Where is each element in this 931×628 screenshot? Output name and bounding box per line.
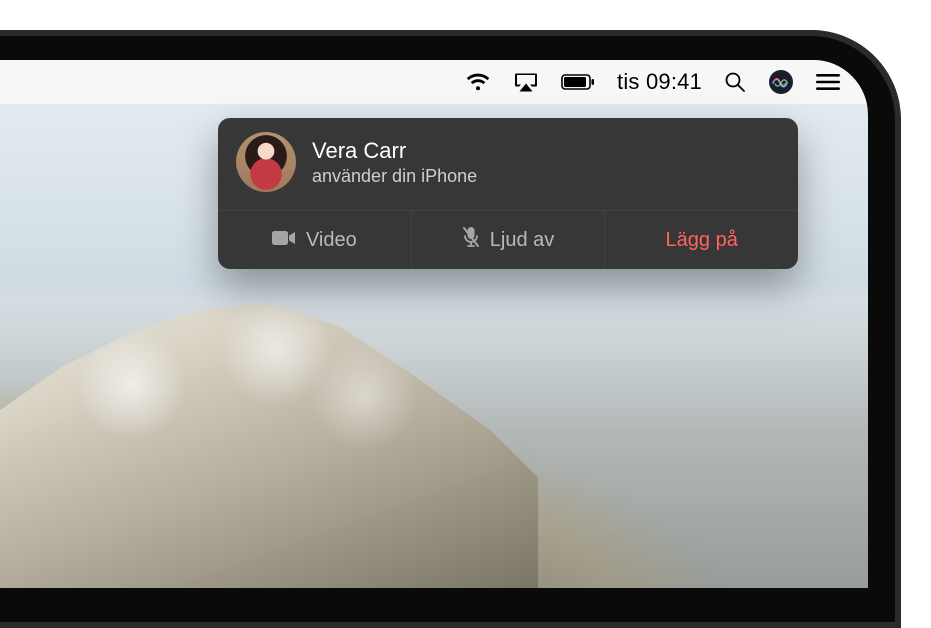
hangup-button[interactable]: Lägg på	[605, 211, 798, 269]
mute-button-label: Ljud av	[490, 229, 555, 252]
call-notification: Vera Carr använder din iPhone Video Ljud…	[218, 118, 798, 269]
airplay-icon[interactable]	[513, 60, 539, 104]
video-camera-icon	[272, 229, 296, 252]
call-subtitle: använder din iPhone	[312, 166, 477, 187]
wifi-icon[interactable]	[465, 60, 491, 104]
caller-avatar	[236, 132, 296, 192]
video-button-label: Video	[306, 229, 357, 252]
menu-bar-clock[interactable]: tis 09:41	[617, 60, 702, 104]
screen: tis 09:41 Vera Carr använder din iPhone …	[0, 60, 868, 588]
microphone-muted-icon	[462, 226, 480, 254]
hangup-button-label: Lägg på	[666, 229, 738, 252]
wallpaper-mountain	[0, 298, 538, 588]
caller-name: Vera Carr	[312, 138, 477, 164]
battery-icon[interactable]	[561, 60, 595, 104]
video-button[interactable]: Video	[218, 211, 412, 269]
spotlight-icon[interactable]	[724, 60, 746, 104]
notification-center-icon[interactable]	[816, 60, 840, 104]
siri-icon[interactable]	[768, 60, 794, 104]
menu-bar: tis 09:41	[0, 60, 868, 104]
notification-header: Vera Carr använder din iPhone	[218, 118, 798, 210]
notification-text: Vera Carr använder din iPhone	[312, 138, 477, 187]
mute-button[interactable]: Ljud av	[412, 211, 606, 269]
notification-actions: Video Ljud av Lägg på	[218, 210, 798, 269]
